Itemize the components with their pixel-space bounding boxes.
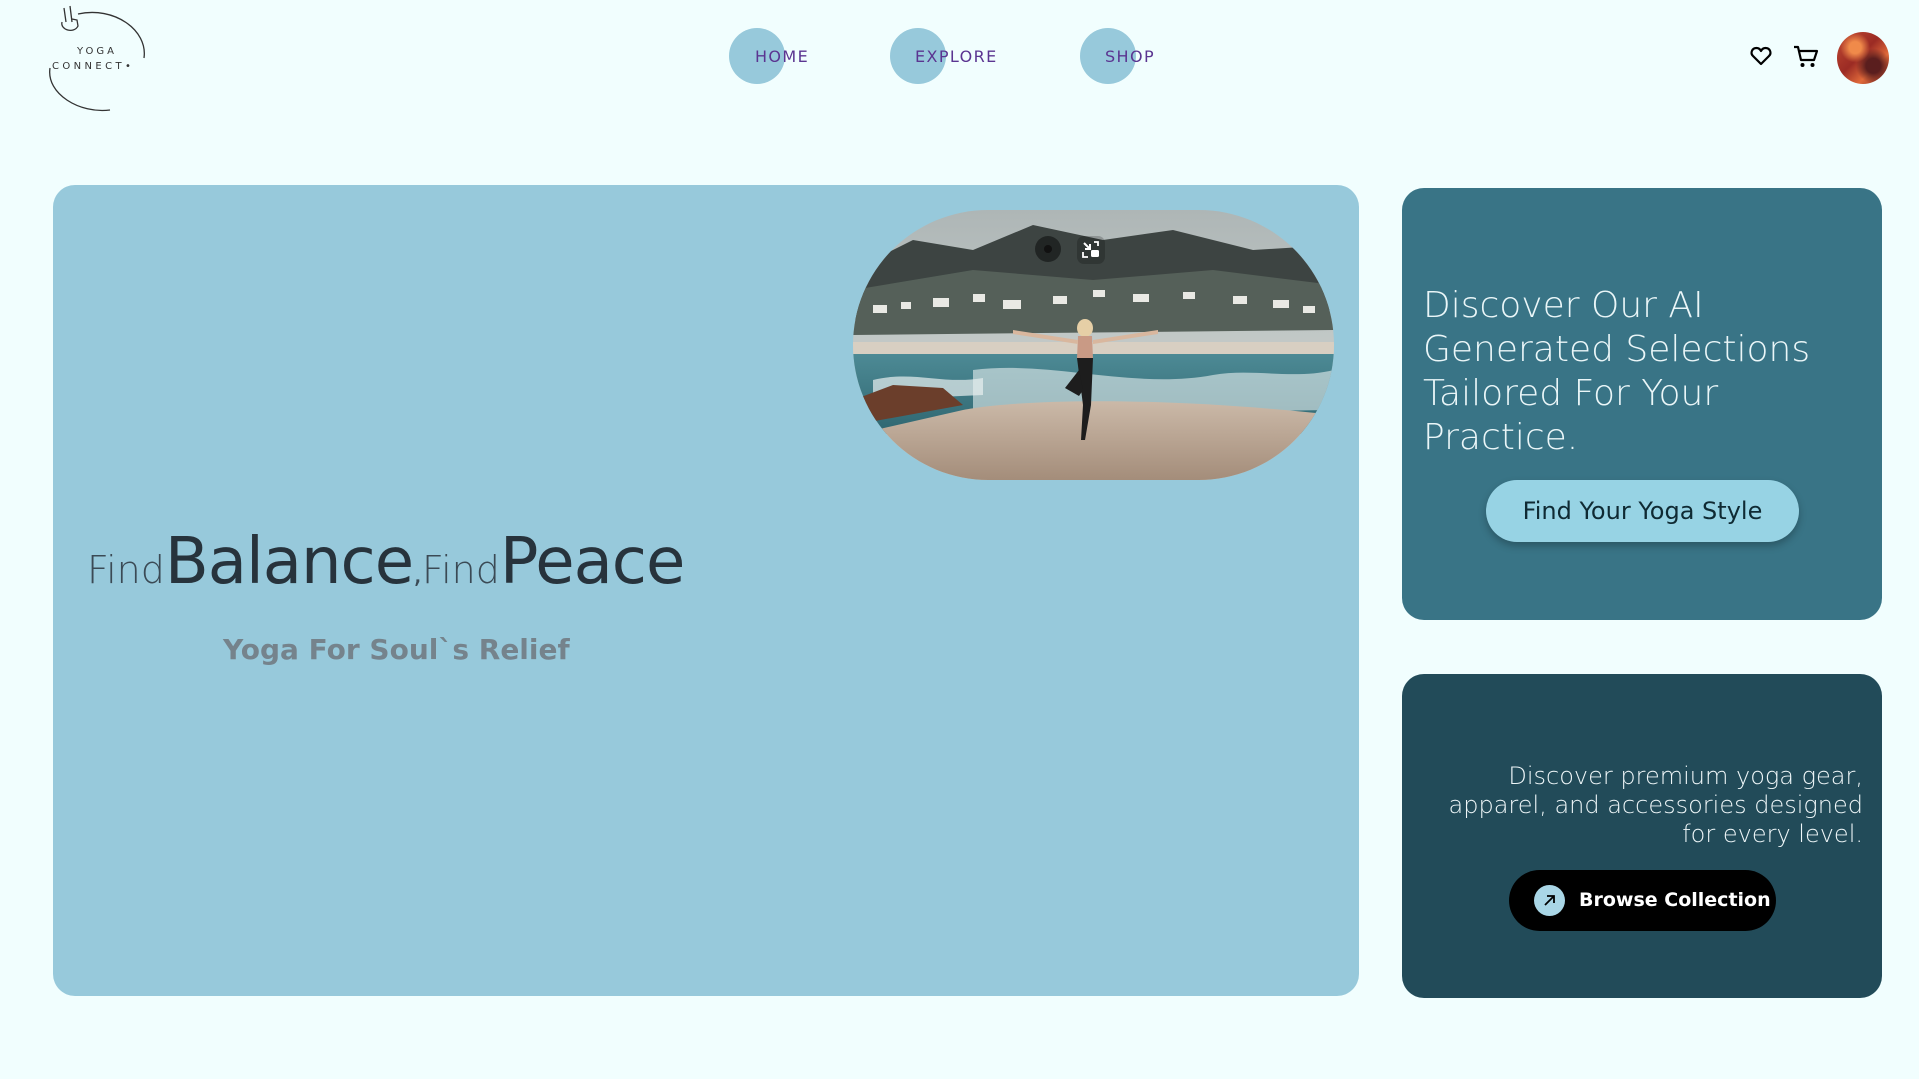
nav-label-home: HOME (755, 47, 810, 66)
hero-tagline: Yoga For Soul`s Relief (223, 633, 570, 666)
headline-comma: , (413, 557, 423, 590)
ai-card-text: Discover Our AI Generated Selections Tai… (1423, 285, 1811, 458)
cart-icon[interactable] (1793, 44, 1819, 70)
hero-video[interactable] (853, 210, 1334, 480)
hero-headline: FindBalance,FindPeace (87, 525, 685, 599)
logo-text-connect: CONNECT• (52, 61, 135, 72)
peace-hand-icon (61, 5, 79, 32)
headline-find-1: Find (87, 548, 165, 592)
logo-text-yoga: YOGA (77, 46, 118, 57)
nav-label-explore: EXPLORE (915, 47, 998, 66)
find-yoga-style-button[interactable]: Find Your Yoga Style (1486, 480, 1799, 542)
heart-icon[interactable] (1749, 44, 1773, 68)
headline-balance: Balance (164, 525, 414, 599)
nav-label-shop: SHOP (1105, 47, 1156, 66)
exit-fullscreen-icon[interactable] (1077, 236, 1105, 264)
headline-peace: Peace (499, 525, 685, 599)
gear-card: Discover premium yoga gear, apparel, and… (1402, 674, 1882, 998)
ai-selections-card: Discover Our AI Generated Selections Tai… (1402, 188, 1882, 620)
logo-circle-icon (49, 5, 145, 112)
avatar[interactable] (1837, 32, 1889, 84)
browse-collection-label: Browse Collection (1579, 889, 1771, 911)
logo[interactable]: YOGA CONNECT• (44, 2, 154, 112)
header-actions (1749, 32, 1889, 84)
hero-card: FindBalance,FindPeace Yoga For Soul`s Re… (53, 185, 1359, 996)
arrow-up-right-icon (1534, 885, 1565, 916)
record-dot[interactable] (1035, 236, 1061, 262)
gear-card-text: Discover premium yoga gear, apparel, and… (1448, 762, 1863, 848)
headline-find-2: Find (422, 548, 500, 592)
browse-collection-button[interactable]: Browse Collection (1509, 870, 1776, 931)
